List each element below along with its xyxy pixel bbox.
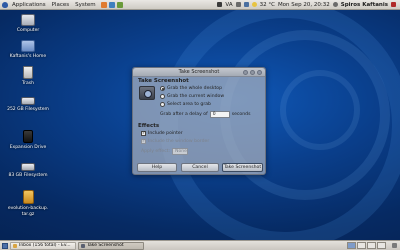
workspace-2[interactable] bbox=[357, 242, 366, 249]
trash-applet-icon[interactable] bbox=[392, 243, 397, 248]
home-folder-icon bbox=[21, 40, 35, 52]
desktop-icon-trash[interactable]: Trash bbox=[5, 66, 51, 87]
radio-select-area[interactable] bbox=[160, 102, 165, 107]
dialog-titlebar[interactable]: Take Screenshot bbox=[133, 68, 265, 77]
evolution-mail-icon bbox=[13, 243, 17, 248]
top-panel: Applications Places System VA 32 °C Mon … bbox=[0, 0, 400, 10]
close-button[interactable] bbox=[257, 70, 262, 75]
weather-temp[interactable]: 32 °C bbox=[260, 2, 275, 8]
archive-icon bbox=[22, 190, 34, 204]
apply-effect-select: None bbox=[172, 148, 189, 155]
desktop-icon-computer[interactable]: Computer bbox=[5, 14, 51, 34]
menu-system[interactable]: System bbox=[72, 2, 99, 8]
help-button[interactable]: Help bbox=[137, 163, 177, 172]
option-whole-desktop[interactable]: Grab the whole desktop bbox=[160, 86, 222, 91]
network-icon[interactable] bbox=[235, 2, 241, 7]
user-icon bbox=[332, 2, 338, 7]
option-include-border: ✓ Include the window border bbox=[141, 139, 210, 144]
camera-icon bbox=[139, 86, 155, 100]
desktop-icon-expansion-drive[interactable]: Expansion Drive bbox=[5, 130, 51, 151]
external-drive-icon bbox=[23, 130, 33, 143]
app-launcher-icon[interactable] bbox=[116, 1, 123, 8]
workspace-3[interactable] bbox=[367, 242, 376, 249]
dialog-window-title: Take Screenshot bbox=[178, 69, 220, 75]
computer-icon bbox=[21, 14, 35, 26]
network-label[interactable]: VA bbox=[225, 2, 232, 8]
show-desktop-button[interactable] bbox=[2, 242, 8, 249]
option-select-area[interactable]: Select area to grab bbox=[160, 102, 211, 107]
user-name[interactable]: Spiros Kaftanis bbox=[341, 2, 388, 8]
radio-current-window[interactable] bbox=[160, 94, 165, 99]
hard-drive-icon bbox=[21, 163, 35, 171]
clock[interactable]: Mon Sep 20, 20:32 bbox=[278, 2, 330, 8]
take-screenshot-dialog: Take Screenshot Take Screenshot Grab the… bbox=[132, 67, 266, 175]
desktop-icon-evolution-backup[interactable]: evolution-backup. tar.gz bbox=[5, 190, 51, 217]
desktop-icon-filesystem-252[interactable]: 252 GB Filesystem bbox=[5, 97, 51, 113]
workspace-switcher bbox=[347, 242, 390, 249]
dialog-heading: Take Screenshot bbox=[138, 78, 189, 84]
radio-whole-desktop[interactable] bbox=[160, 86, 165, 91]
delay-row: Grab after a delay of 0 seconds bbox=[160, 111, 250, 118]
gnome-foot-icon[interactable] bbox=[2, 1, 8, 8]
wallpaper-swirl bbox=[280, 70, 360, 150]
delay-unit: seconds bbox=[231, 112, 251, 117]
mail-launcher-icon[interactable] bbox=[108, 1, 115, 8]
taskbar-item-inbox[interactable]: Inbox (156 total) - Ev... bbox=[10, 241, 76, 250]
include-pointer-checkbox[interactable]: ✓ bbox=[141, 131, 146, 136]
trash-icon bbox=[23, 66, 33, 79]
workspace-4[interactable] bbox=[377, 242, 386, 249]
cancel-button[interactable]: Cancel bbox=[181, 163, 219, 172]
weather-icon[interactable] bbox=[251, 2, 257, 7]
screenshot-app-icon bbox=[81, 243, 85, 248]
apply-effect-row: Apply effect: None bbox=[141, 148, 189, 155]
minimize-button[interactable] bbox=[243, 70, 248, 75]
delay-label: Grab after a delay of bbox=[160, 112, 208, 117]
firefox-launcher-icon[interactable] bbox=[100, 1, 107, 8]
menu-applications[interactable]: Applications bbox=[9, 2, 49, 8]
include-border-checkbox: ✓ bbox=[141, 139, 146, 144]
desktop-icon-filesystem-83[interactable]: 83 GB Filesystem bbox=[5, 163, 51, 179]
workspace-1[interactable] bbox=[347, 242, 356, 249]
desktop-icon-home[interactable]: Kaftanis's Home bbox=[5, 40, 51, 60]
taskbar-item-take-screenshot[interactable]: Take Screenshot bbox=[78, 241, 144, 250]
apply-effect-label: Apply effect: bbox=[141, 149, 171, 154]
menu-places[interactable]: Places bbox=[49, 2, 73, 8]
option-current-window[interactable]: Grab the current window bbox=[160, 94, 224, 99]
keyboard-icon[interactable] bbox=[217, 2, 223, 7]
power-icon[interactable] bbox=[391, 2, 396, 7]
system-tray: VA 32 °C Mon Sep 20, 20:32 Spiros Kaftan… bbox=[217, 2, 400, 8]
effects-heading: Effects bbox=[138, 123, 160, 129]
option-include-pointer[interactable]: ✓ Include pointer bbox=[141, 131, 183, 136]
hard-drive-icon bbox=[21, 97, 35, 105]
delay-spinner[interactable]: 0 bbox=[209, 111, 230, 118]
volume-icon[interactable] bbox=[243, 2, 249, 7]
take-screenshot-button[interactable]: Take Screenshot bbox=[222, 163, 263, 172]
maximize-button[interactable] bbox=[250, 70, 255, 75]
bottom-panel: Inbox (156 total) - Ev... Take Screensho… bbox=[0, 240, 400, 250]
